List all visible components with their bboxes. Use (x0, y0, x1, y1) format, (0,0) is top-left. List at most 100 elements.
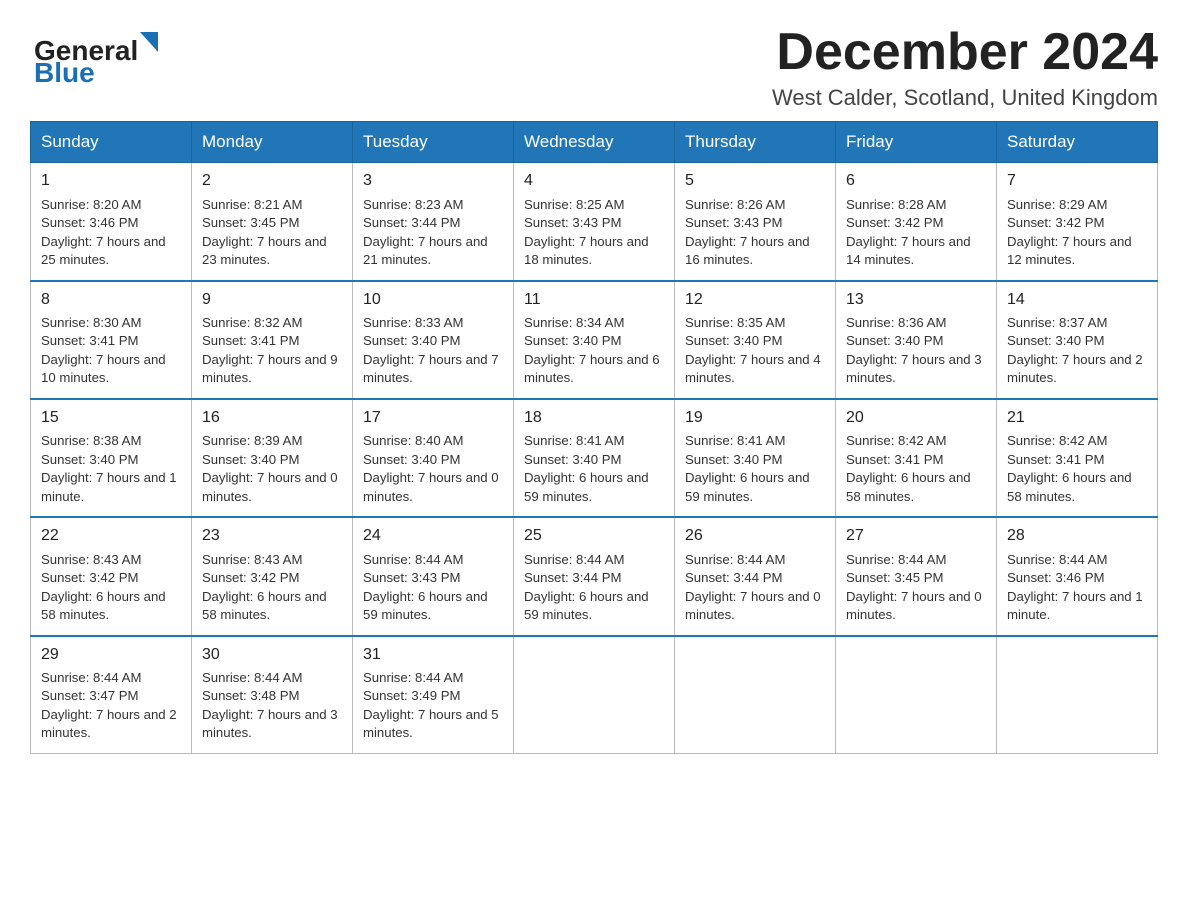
calendar-cell: 22 Sunrise: 8:43 AMSunset: 3:42 PMDaylig… (31, 517, 192, 635)
calendar-cell: 3 Sunrise: 8:23 AMSunset: 3:44 PMDayligh… (353, 163, 514, 281)
day-info: Sunrise: 8:43 AMSunset: 3:42 PMDaylight:… (41, 551, 181, 625)
calendar-cell: 24 Sunrise: 8:44 AMSunset: 3:43 PMDaylig… (353, 517, 514, 635)
day-number: 19 (685, 407, 825, 429)
day-info: Sunrise: 8:35 AMSunset: 3:40 PMDaylight:… (685, 314, 825, 388)
calendar-cell: 17 Sunrise: 8:40 AMSunset: 3:40 PMDaylig… (353, 399, 514, 517)
col-header-thursday: Thursday (675, 122, 836, 163)
day-number: 5 (685, 170, 825, 192)
day-info: Sunrise: 8:26 AMSunset: 3:43 PMDaylight:… (685, 196, 825, 270)
calendar-cell: 9 Sunrise: 8:32 AMSunset: 3:41 PMDayligh… (192, 281, 353, 399)
day-number: 16 (202, 407, 342, 429)
day-info: Sunrise: 8:41 AMSunset: 3:40 PMDaylight:… (685, 432, 825, 506)
day-info: Sunrise: 8:44 AMSunset: 3:45 PMDaylight:… (846, 551, 986, 625)
day-info: Sunrise: 8:43 AMSunset: 3:42 PMDaylight:… (202, 551, 342, 625)
calendar-cell: 16 Sunrise: 8:39 AMSunset: 3:40 PMDaylig… (192, 399, 353, 517)
calendar-cell: 30 Sunrise: 8:44 AMSunset: 3:48 PMDaylig… (192, 636, 353, 754)
calendar-week-row: 29 Sunrise: 8:44 AMSunset: 3:47 PMDaylig… (31, 636, 1158, 754)
calendar-cell: 11 Sunrise: 8:34 AMSunset: 3:40 PMDaylig… (514, 281, 675, 399)
day-info: Sunrise: 8:25 AMSunset: 3:43 PMDaylight:… (524, 196, 664, 270)
calendar-cell: 8 Sunrise: 8:30 AMSunset: 3:41 PMDayligh… (31, 281, 192, 399)
day-number: 27 (846, 525, 986, 547)
col-header-friday: Friday (836, 122, 997, 163)
day-info: Sunrise: 8:28 AMSunset: 3:42 PMDaylight:… (846, 196, 986, 270)
day-number: 18 (524, 407, 664, 429)
calendar-cell: 29 Sunrise: 8:44 AMSunset: 3:47 PMDaylig… (31, 636, 192, 754)
calendar-week-row: 15 Sunrise: 8:38 AMSunset: 3:40 PMDaylig… (31, 399, 1158, 517)
day-info: Sunrise: 8:42 AMSunset: 3:41 PMDaylight:… (846, 432, 986, 506)
day-number: 28 (1007, 525, 1147, 547)
day-number: 30 (202, 644, 342, 666)
calendar-cell (514, 636, 675, 754)
day-number: 11 (524, 289, 664, 311)
calendar-cell: 26 Sunrise: 8:44 AMSunset: 3:44 PMDaylig… (675, 517, 836, 635)
day-number: 15 (41, 407, 181, 429)
svg-text:Blue: Blue (34, 57, 95, 84)
calendar-cell: 13 Sunrise: 8:36 AMSunset: 3:40 PMDaylig… (836, 281, 997, 399)
calendar-cell: 23 Sunrise: 8:43 AMSunset: 3:42 PMDaylig… (192, 517, 353, 635)
day-number: 22 (41, 525, 181, 547)
day-number: 9 (202, 289, 342, 311)
day-number: 24 (363, 525, 503, 547)
calendar-cell: 25 Sunrise: 8:44 AMSunset: 3:44 PMDaylig… (514, 517, 675, 635)
day-info: Sunrise: 8:38 AMSunset: 3:40 PMDaylight:… (41, 432, 181, 506)
calendar-cell: 4 Sunrise: 8:25 AMSunset: 3:43 PMDayligh… (514, 163, 675, 281)
logo: General Blue (30, 24, 170, 84)
calendar-cell: 15 Sunrise: 8:38 AMSunset: 3:40 PMDaylig… (31, 399, 192, 517)
day-info: Sunrise: 8:44 AMSunset: 3:44 PMDaylight:… (524, 551, 664, 625)
day-number: 8 (41, 289, 181, 311)
day-number: 10 (363, 289, 503, 311)
day-info: Sunrise: 8:39 AMSunset: 3:40 PMDaylight:… (202, 432, 342, 506)
day-info: Sunrise: 8:44 AMSunset: 3:43 PMDaylight:… (363, 551, 503, 625)
day-number: 12 (685, 289, 825, 311)
day-info: Sunrise: 8:44 AMSunset: 3:49 PMDaylight:… (363, 669, 503, 743)
day-info: Sunrise: 8:44 AMSunset: 3:44 PMDaylight:… (685, 551, 825, 625)
calendar-cell: 28 Sunrise: 8:44 AMSunset: 3:46 PMDaylig… (997, 517, 1158, 635)
calendar-cell: 31 Sunrise: 8:44 AMSunset: 3:49 PMDaylig… (353, 636, 514, 754)
calendar-cell (836, 636, 997, 754)
day-info: Sunrise: 8:23 AMSunset: 3:44 PMDaylight:… (363, 196, 503, 270)
day-info: Sunrise: 8:41 AMSunset: 3:40 PMDaylight:… (524, 432, 664, 506)
calendar-cell: 14 Sunrise: 8:37 AMSunset: 3:40 PMDaylig… (997, 281, 1158, 399)
day-info: Sunrise: 8:37 AMSunset: 3:40 PMDaylight:… (1007, 314, 1147, 388)
calendar-cell: 20 Sunrise: 8:42 AMSunset: 3:41 PMDaylig… (836, 399, 997, 517)
calendar-cell: 21 Sunrise: 8:42 AMSunset: 3:41 PMDaylig… (997, 399, 1158, 517)
col-header-monday: Monday (192, 122, 353, 163)
day-number: 29 (41, 644, 181, 666)
day-number: 14 (1007, 289, 1147, 311)
day-number: 2 (202, 170, 342, 192)
day-info: Sunrise: 8:33 AMSunset: 3:40 PMDaylight:… (363, 314, 503, 388)
day-info: Sunrise: 8:34 AMSunset: 3:40 PMDaylight:… (524, 314, 664, 388)
calendar-cell: 6 Sunrise: 8:28 AMSunset: 3:42 PMDayligh… (836, 163, 997, 281)
day-number: 26 (685, 525, 825, 547)
calendar-header-row: SundayMondayTuesdayWednesdayThursdayFrid… (31, 122, 1158, 163)
calendar-cell: 19 Sunrise: 8:41 AMSunset: 3:40 PMDaylig… (675, 399, 836, 517)
calendar-cell (675, 636, 836, 754)
day-info: Sunrise: 8:44 AMSunset: 3:46 PMDaylight:… (1007, 551, 1147, 625)
calendar-cell: 10 Sunrise: 8:33 AMSunset: 3:40 PMDaylig… (353, 281, 514, 399)
day-info: Sunrise: 8:44 AMSunset: 3:47 PMDaylight:… (41, 669, 181, 743)
calendar-week-row: 1 Sunrise: 8:20 AMSunset: 3:46 PMDayligh… (31, 163, 1158, 281)
day-number: 7 (1007, 170, 1147, 192)
calendar-cell: 27 Sunrise: 8:44 AMSunset: 3:45 PMDaylig… (836, 517, 997, 635)
day-number: 1 (41, 170, 181, 192)
calendar-cell: 12 Sunrise: 8:35 AMSunset: 3:40 PMDaylig… (675, 281, 836, 399)
day-number: 13 (846, 289, 986, 311)
day-info: Sunrise: 8:32 AMSunset: 3:41 PMDaylight:… (202, 314, 342, 388)
day-number: 25 (524, 525, 664, 547)
calendar-cell (997, 636, 1158, 754)
title-section: December 2024 West Calder, Scotland, Uni… (772, 24, 1158, 111)
location-title: West Calder, Scotland, United Kingdom (772, 85, 1158, 111)
day-number: 23 (202, 525, 342, 547)
calendar-cell: 7 Sunrise: 8:29 AMSunset: 3:42 PMDayligh… (997, 163, 1158, 281)
calendar-cell: 18 Sunrise: 8:41 AMSunset: 3:40 PMDaylig… (514, 399, 675, 517)
day-number: 6 (846, 170, 986, 192)
day-number: 3 (363, 170, 503, 192)
day-info: Sunrise: 8:20 AMSunset: 3:46 PMDaylight:… (41, 196, 181, 270)
day-number: 17 (363, 407, 503, 429)
page-header: General Blue December 2024 West Calder, … (30, 24, 1158, 111)
logo-svg: General Blue (30, 24, 170, 84)
day-info: Sunrise: 8:40 AMSunset: 3:40 PMDaylight:… (363, 432, 503, 506)
day-number: 21 (1007, 407, 1147, 429)
calendar-cell: 5 Sunrise: 8:26 AMSunset: 3:43 PMDayligh… (675, 163, 836, 281)
day-number: 20 (846, 407, 986, 429)
